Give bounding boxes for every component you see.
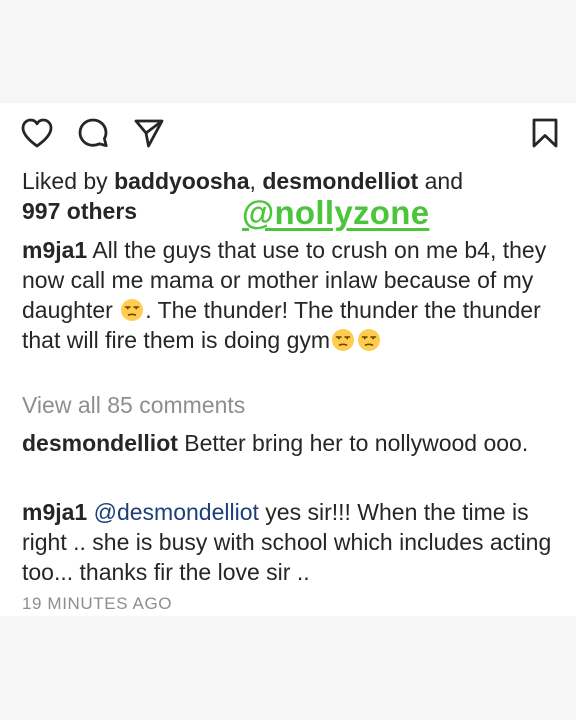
- comment-username[interactable]: desmondelliot: [22, 430, 178, 456]
- top-background: [0, 0, 576, 103]
- unamused-face-emoji-icon: [120, 298, 144, 322]
- post-caption: m9ja1 All the guys that use to crush on …: [22, 235, 556, 355]
- unamused-face-emoji-icon: [357, 328, 381, 352]
- liker-username[interactable]: desmondelliot: [262, 168, 418, 194]
- comment-username[interactable]: m9ja1: [22, 499, 87, 525]
- likes-count[interactable]: 997 others: [22, 198, 137, 224]
- unamused-face-emoji-icon: [331, 328, 355, 352]
- watermark-overlay: @nollyzone: [242, 194, 430, 231]
- likes-separator: ,: [249, 168, 263, 194]
- likes-and: and: [418, 168, 463, 194]
- comment-mention-link[interactable]: @desmondelliot: [94, 499, 259, 525]
- heart-icon[interactable]: [20, 117, 54, 149]
- share-icon[interactable]: [133, 117, 165, 149]
- post-timestamp: 19 MINUTES AGO: [22, 594, 173, 613]
- bookmark-icon[interactable]: [531, 117, 559, 149]
- liker-username[interactable]: baddyoosha: [114, 168, 249, 194]
- likes-prefix: Liked by: [22, 168, 115, 194]
- comment-item: m9ja1 @desmondelliot yes sir!!! When the…: [22, 497, 556, 587]
- view-all-comments-link[interactable]: View all 85 comments: [22, 390, 245, 420]
- comment-text: Better bring her to nollywood ooo.: [177, 430, 529, 456]
- comment-icon[interactable]: [77, 117, 109, 149]
- bottom-background: [0, 616, 576, 720]
- caption-username[interactable]: m9ja1: [22, 237, 87, 263]
- comment-item: desmondelliot Better bring her to nollyw…: [22, 428, 556, 458]
